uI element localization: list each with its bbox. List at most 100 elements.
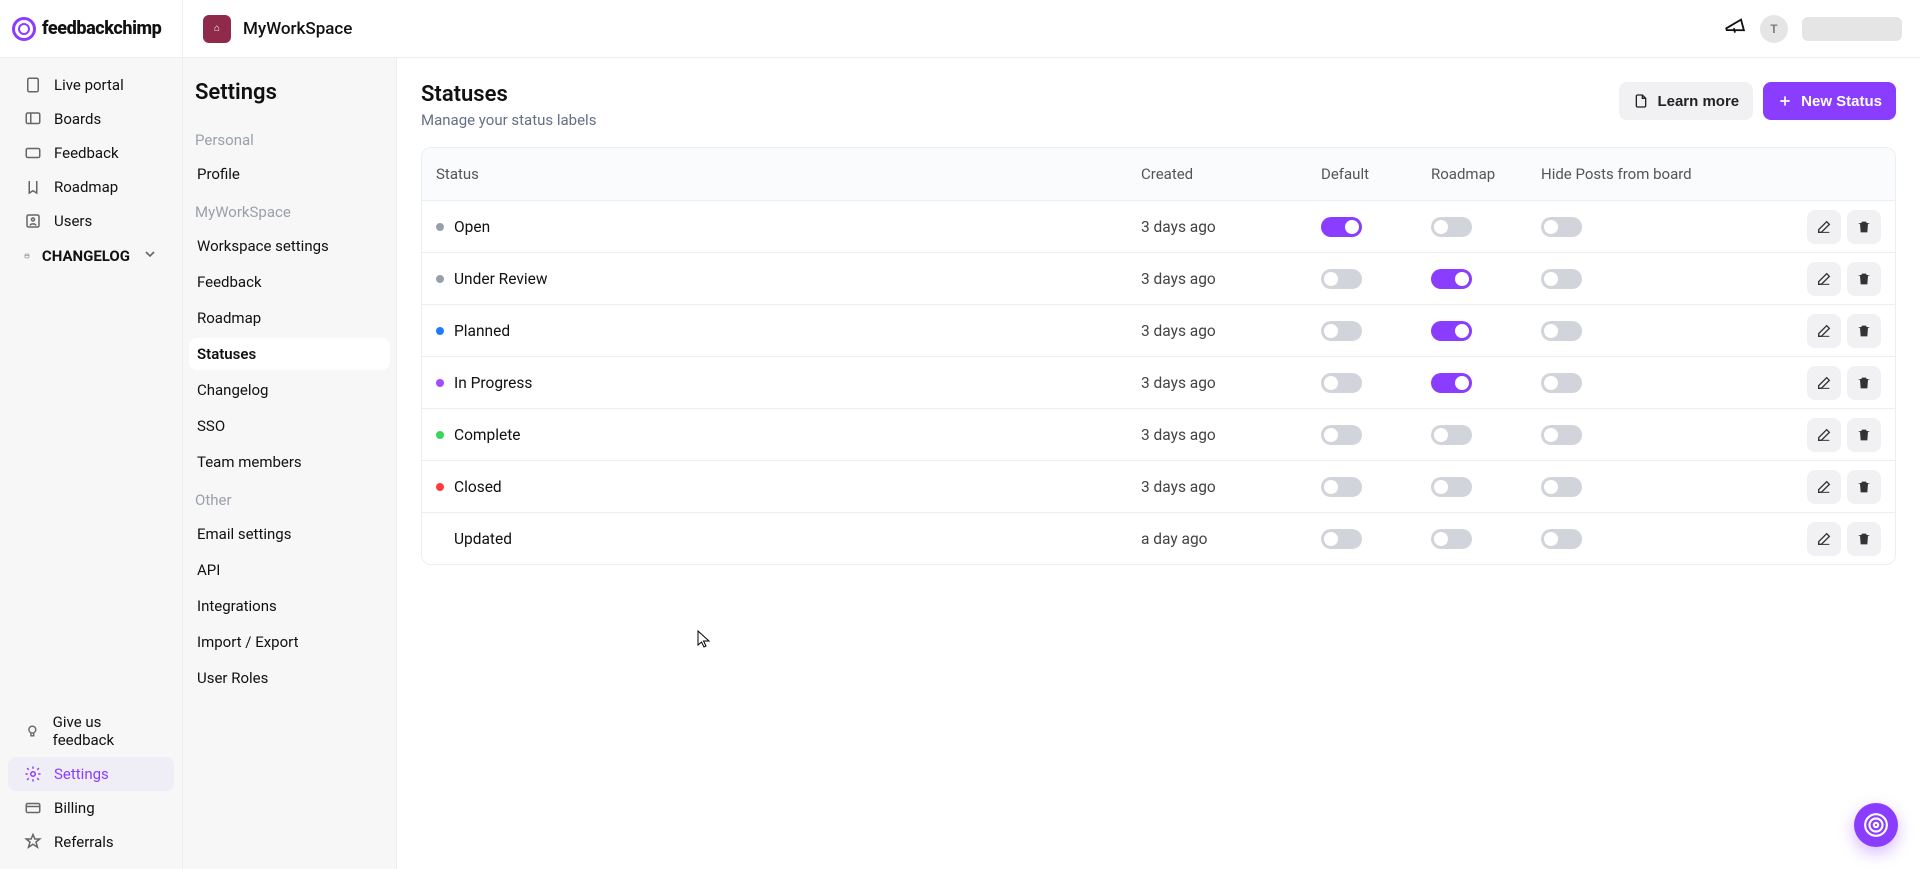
- new-status-button[interactable]: New Status: [1763, 82, 1896, 120]
- table-row: In Progress3 days ago: [422, 356, 1895, 408]
- delete-button[interactable]: [1847, 470, 1881, 504]
- nav-feedback[interactable]: Feedback: [8, 136, 174, 170]
- nav-label: Feedback: [54, 144, 119, 162]
- status-name: Under Review: [454, 270, 547, 288]
- settings-link-sso[interactable]: SSO: [189, 410, 390, 442]
- toggle-hide[interactable]: [1541, 425, 1582, 445]
- edit-button[interactable]: [1807, 522, 1841, 556]
- nav-boards[interactable]: Boards: [8, 102, 174, 136]
- toggle-roadmap[interactable]: [1431, 217, 1472, 237]
- toggle-hide[interactable]: [1541, 373, 1582, 393]
- status-name: In Progress: [454, 374, 532, 392]
- toggle-default[interactable]: [1321, 269, 1362, 289]
- toggle-default[interactable]: [1321, 477, 1362, 497]
- toggle-default[interactable]: [1321, 217, 1362, 237]
- delete-button[interactable]: [1847, 210, 1881, 244]
- trash-icon: [1856, 531, 1872, 547]
- table-row: Closed 3 days ago: [422, 460, 1895, 512]
- settings-link-workspace-settings[interactable]: Workspace settings: [189, 230, 390, 262]
- edit-button[interactable]: [1807, 262, 1841, 296]
- nav-give-feedback[interactable]: Give us feedback: [8, 705, 174, 757]
- edit-button[interactable]: [1807, 210, 1841, 244]
- settings-link-integrations[interactable]: Integrations: [189, 590, 390, 622]
- edit-button[interactable]: [1807, 366, 1841, 400]
- edit-icon: [1816, 271, 1832, 287]
- workspace-name: MyWorkSpace: [243, 19, 352, 39]
- delete-button[interactable]: [1847, 418, 1881, 452]
- edit-button[interactable]: [1807, 314, 1841, 348]
- table-row: Open3 days ago: [422, 200, 1895, 252]
- edit-icon: [1816, 531, 1832, 547]
- nav-label: Boards: [54, 110, 101, 128]
- th-created: Created: [1141, 165, 1321, 183]
- toggle-roadmap[interactable]: [1431, 477, 1472, 497]
- target-icon: [1863, 812, 1889, 838]
- settings-link-api[interactable]: API: [189, 554, 390, 586]
- nav-label: Give us feedback: [53, 713, 158, 749]
- brand-icon: [12, 17, 36, 41]
- status-dot: [436, 483, 444, 491]
- toggle-hide[interactable]: [1541, 269, 1582, 289]
- nav-roadmap[interactable]: Roadmap: [8, 170, 174, 204]
- delete-button[interactable]: [1847, 366, 1881, 400]
- nav-live-portal[interactable]: Live portal: [8, 68, 174, 102]
- settings-link-feedback[interactable]: Feedback: [189, 266, 390, 298]
- status-dot: [436, 379, 444, 387]
- created-cell: 3 days ago: [1141, 270, 1321, 288]
- settings-nav: Settings Personal Profile MyWorkSpace Wo…: [183, 58, 397, 869]
- brand-zone[interactable]: feedbackchimp: [0, 0, 183, 58]
- settings-link-roadmap[interactable]: Roadmap: [189, 302, 390, 334]
- status-name: Planned: [454, 322, 510, 340]
- settings-link-team-members[interactable]: Team members: [189, 446, 390, 478]
- toggle-hide[interactable]: [1541, 477, 1582, 497]
- status-dot: [436, 223, 444, 231]
- settings-link-email[interactable]: Email settings: [189, 518, 390, 550]
- delete-button[interactable]: [1847, 314, 1881, 348]
- settings-link-user-roles[interactable]: User Roles: [189, 662, 390, 694]
- learn-more-button[interactable]: Learn more: [1619, 82, 1753, 120]
- settings-link-changelog[interactable]: Changelog: [189, 374, 390, 406]
- toggle-default[interactable]: [1321, 425, 1362, 445]
- settings-group-other: Other: [195, 491, 384, 509]
- toggle-roadmap[interactable]: [1431, 529, 1472, 549]
- toggle-roadmap[interactable]: [1431, 425, 1472, 445]
- created-cell: 3 days ago: [1141, 478, 1321, 496]
- account-chip[interactable]: [1802, 17, 1902, 41]
- status-dot: [436, 431, 444, 439]
- edit-button[interactable]: [1807, 418, 1841, 452]
- toggle-default[interactable]: [1321, 529, 1362, 549]
- nav-billing[interactable]: Billing: [8, 791, 174, 825]
- megaphone-icon[interactable]: [1721, 13, 1749, 44]
- nav-label: Billing: [54, 799, 95, 817]
- avatar-initial: T: [1770, 22, 1777, 36]
- nav-users[interactable]: Users: [8, 204, 174, 238]
- settings-link-import-export[interactable]: Import / Export: [189, 626, 390, 658]
- edit-icon: [1816, 323, 1832, 339]
- nav-settings[interactable]: Settings: [8, 757, 174, 791]
- delete-button[interactable]: [1847, 262, 1881, 296]
- nav-changelog[interactable]: CHANGELOG: [8, 238, 174, 274]
- delete-button[interactable]: [1847, 522, 1881, 556]
- nav-label: CHANGELOG: [42, 247, 130, 265]
- page-title: Statuses: [421, 82, 596, 107]
- toggle-default[interactable]: [1321, 373, 1362, 393]
- workspace-switcher[interactable]: ⌂ MyWorkSpace: [183, 0, 1724, 58]
- status-name: Closed: [454, 478, 502, 496]
- settings-link-statuses[interactable]: Statuses: [189, 338, 390, 370]
- table-row: Planned3 days ago: [422, 304, 1895, 356]
- edit-icon: [1816, 375, 1832, 391]
- toggle-roadmap[interactable]: [1431, 321, 1472, 341]
- edit-button[interactable]: [1807, 470, 1841, 504]
- settings-link-profile[interactable]: Profile: [189, 158, 390, 190]
- toggle-roadmap[interactable]: [1431, 373, 1472, 393]
- help-fab[interactable]: [1854, 803, 1898, 847]
- th-default: Default: [1321, 165, 1431, 183]
- toggle-default[interactable]: [1321, 321, 1362, 341]
- nav-referrals[interactable]: Referrals: [8, 825, 174, 859]
- toggle-roadmap[interactable]: [1431, 269, 1472, 289]
- toggle-hide[interactable]: [1541, 217, 1582, 237]
- nav-label: Settings: [54, 765, 109, 783]
- avatar[interactable]: T: [1760, 15, 1788, 43]
- toggle-hide[interactable]: [1541, 529, 1582, 549]
- toggle-hide[interactable]: [1541, 321, 1582, 341]
